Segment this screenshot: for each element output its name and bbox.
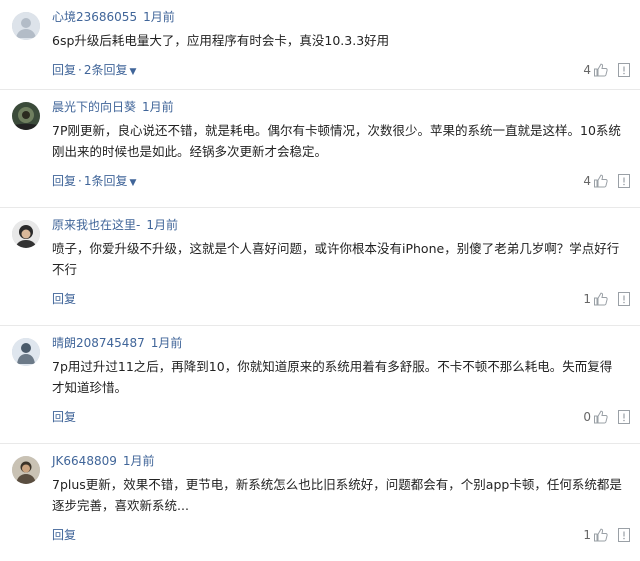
avatar[interactable]	[12, 102, 40, 130]
comment-item: 原来我也在这里- 1月前 喷子，你爱升级不升级，这就是个人喜好问题，或许你根本没有…	[0, 208, 640, 326]
comment-list: 心境23686055 1月前 6sp升级后耗电量大了，应用程序有时会卡，真没10.…	[0, 0, 640, 551]
like-count: 1	[583, 528, 591, 542]
timestamp: 1月前	[143, 10, 175, 24]
report-icon[interactable]	[618, 63, 630, 77]
timestamp: 1月前	[150, 336, 183, 350]
like-count: 4	[583, 174, 591, 188]
comment-text: 7P刚更新，良心说还不错，就是耗电。偶尔有卡顿情况，次数很少。苹果的系统一直就是…	[52, 123, 621, 159]
comment-item: 心境23686055 1月前 6sp升级后耗电量大了，应用程序有时会卡，真没10.…	[0, 0, 640, 90]
avatar[interactable]	[12, 220, 40, 248]
username[interactable]: JK6648809	[52, 454, 117, 468]
avatar[interactable]	[12, 456, 40, 484]
reply-button[interactable]: 回复	[52, 292, 76, 306]
report-icon[interactable]	[618, 410, 630, 424]
reply-button[interactable]: 回复	[52, 63, 76, 77]
reply-button[interactable]: 回复	[52, 528, 76, 542]
reply-button[interactable]: 回复	[52, 410, 76, 424]
like-count: 1	[583, 292, 591, 306]
avatar[interactable]	[12, 12, 40, 40]
username[interactable]: 心境23686055	[52, 10, 137, 24]
comment-text: 6sp升级后耗电量大了，应用程序有时会卡，真没10.3.3好用	[52, 33, 390, 48]
thumbs-up-icon[interactable]	[593, 410, 608, 424]
thumbs-up-icon[interactable]	[593, 292, 608, 306]
username[interactable]: 晴朗208745487	[52, 336, 145, 350]
view-replies-button[interactable]: 1条回复	[84, 174, 128, 188]
avatar[interactable]	[12, 338, 40, 366]
like-count: 4	[583, 63, 591, 77]
chevron-down-icon[interactable]: ▼	[129, 67, 136, 77]
separator-dot: ·	[78, 63, 82, 77]
thumbs-up-icon[interactable]	[593, 174, 608, 188]
thumbs-up-icon[interactable]	[593, 63, 608, 77]
timestamp: 1月前	[146, 218, 178, 232]
reply-button[interactable]: 回复	[52, 174, 76, 188]
chevron-down-icon[interactable]: ▼	[129, 178, 136, 188]
timestamp: 1月前	[142, 100, 174, 114]
username[interactable]: 原来我也在这里-	[52, 218, 140, 232]
like-count: 0	[583, 410, 591, 424]
comment-item: 晨光下的向日葵 1月前 7P刚更新，良心说还不错，就是耗电。偶尔有卡顿情况，次数很…	[0, 90, 640, 208]
report-icon[interactable]	[618, 292, 630, 306]
separator-dot: ·	[78, 174, 82, 188]
thumbs-up-icon[interactable]	[593, 528, 608, 542]
comment-text: 7p用过升过11之后，再降到10，你就知道原来的系统用着有多舒服。不卡不顿不那么…	[52, 359, 613, 395]
comment-text: 7plus更新，效果不错，更节电，新系统怎么也比旧系统好，问题都会有，个别app…	[52, 477, 622, 513]
timestamp: 1月前	[122, 454, 155, 468]
comment-text: 喷子，你爱升级不升级，这就是个人喜好问题，或许你根本没有iPhone，别傻了老弟…	[52, 241, 620, 277]
comment-item: 晴朗208745487 1月前 7p用过升过11之后，再降到10，你就知道原来的系…	[0, 326, 640, 444]
comment-item: JK6648809 1月前 7plus更新，效果不错，更节电，新系统怎么也比旧系统…	[0, 444, 640, 551]
view-replies-button[interactable]: 2条回复	[84, 63, 128, 77]
report-icon[interactable]	[618, 174, 630, 188]
username[interactable]: 晨光下的向日葵	[52, 100, 136, 114]
report-icon[interactable]	[618, 528, 630, 542]
